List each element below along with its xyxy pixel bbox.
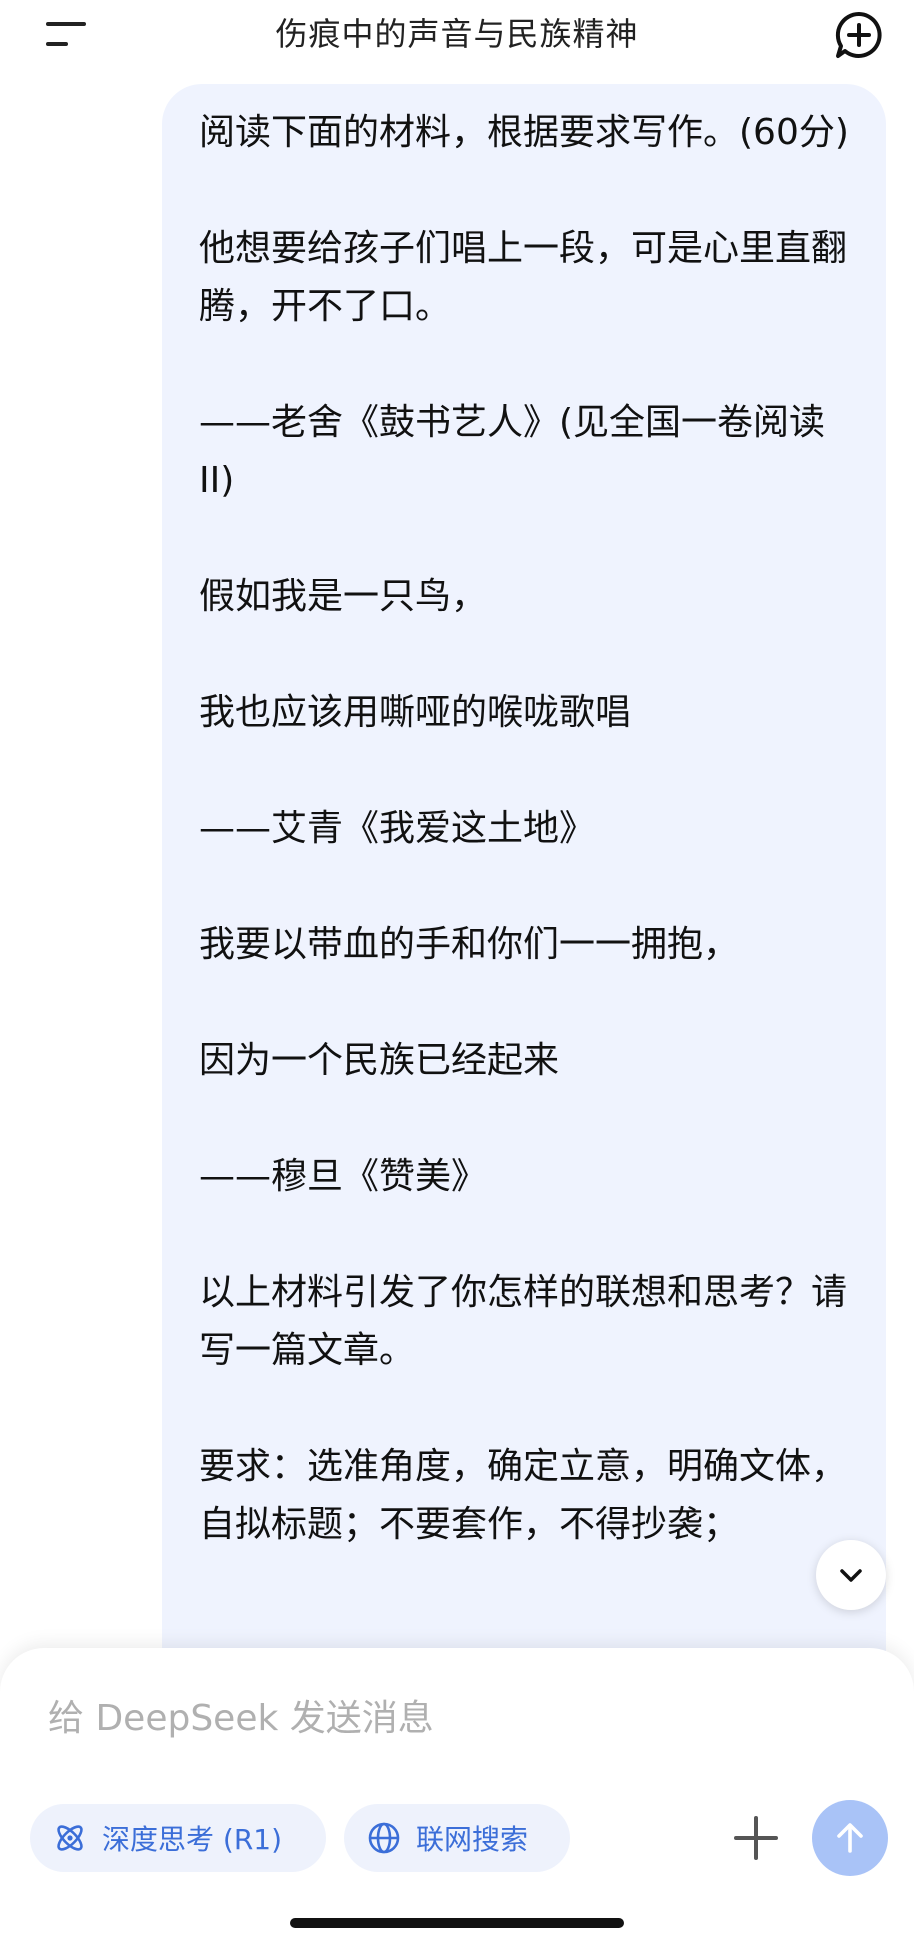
new-chat-button[interactable] xyxy=(834,10,884,60)
globe-icon xyxy=(366,1820,402,1856)
user-message-text: 阅读下面的材料，根据要求写作。(60分) 他想要给孩子们唱上一段，可是心里直翻腾… xyxy=(199,104,859,1612)
top-bar: 伤痕中的声音与民族精神 xyxy=(0,0,914,70)
message-paragraph: ——艾青《我爱这土地》 xyxy=(199,808,596,849)
message-paragraph: 要求：选准角度，确定立意，明确文体，自拟标题；不要套作，不得抄袭； xyxy=(199,1446,848,1545)
arrow-up-icon xyxy=(837,1823,863,1853)
message-paragraph: ——穆旦《赞美》 xyxy=(199,1156,488,1197)
deep-think-toggle[interactable]: 深度思考 (R1) xyxy=(30,1804,326,1872)
deep-think-label: 深度思考 (R1) xyxy=(102,1823,283,1856)
message-paragraph: 因为一个民族已经起来 xyxy=(199,1040,560,1081)
message-input[interactable] xyxy=(48,1688,868,1748)
message-paragraph: 以上材料引发了你怎样的联想和思考？请写一篇文章。 xyxy=(199,1272,848,1371)
plus-icon xyxy=(734,1816,778,1860)
web-search-toggle[interactable]: 联网搜索 xyxy=(344,1804,570,1872)
message-composer: 深度思考 (R1) 联网搜索 xyxy=(0,1648,914,1942)
send-button[interactable] xyxy=(812,1800,888,1876)
message-paragraph: 我也应该用嘶哑的喉咙歌唱 xyxy=(199,692,632,733)
scroll-to-bottom-button[interactable] xyxy=(816,1540,886,1610)
message-paragraph: 阅读下面的材料，根据要求写作。(60分) xyxy=(199,112,849,153)
home-indicator xyxy=(290,1918,624,1928)
attach-button[interactable] xyxy=(730,1812,782,1864)
message-paragraph: 假如我是一只鸟， xyxy=(199,576,488,617)
message-paragraph: 他想要给孩子们唱上一段，可是心里直翻腾，开不了口。 xyxy=(199,228,848,327)
chevron-down-icon xyxy=(840,1569,862,1582)
new-chat-icon xyxy=(835,11,882,58)
web-search-label: 联网搜索 xyxy=(416,1823,529,1856)
menu-button[interactable] xyxy=(40,16,92,54)
conversation-title: 伤痕中的声音与民族精神 xyxy=(275,15,639,53)
message-paragraph: ——老舍《鼓书艺人》(见全国一卷阅读II) xyxy=(199,402,826,501)
message-paragraph: 我要以带血的手和你们一一拥抱， xyxy=(199,924,740,965)
atom-icon xyxy=(52,1820,88,1856)
